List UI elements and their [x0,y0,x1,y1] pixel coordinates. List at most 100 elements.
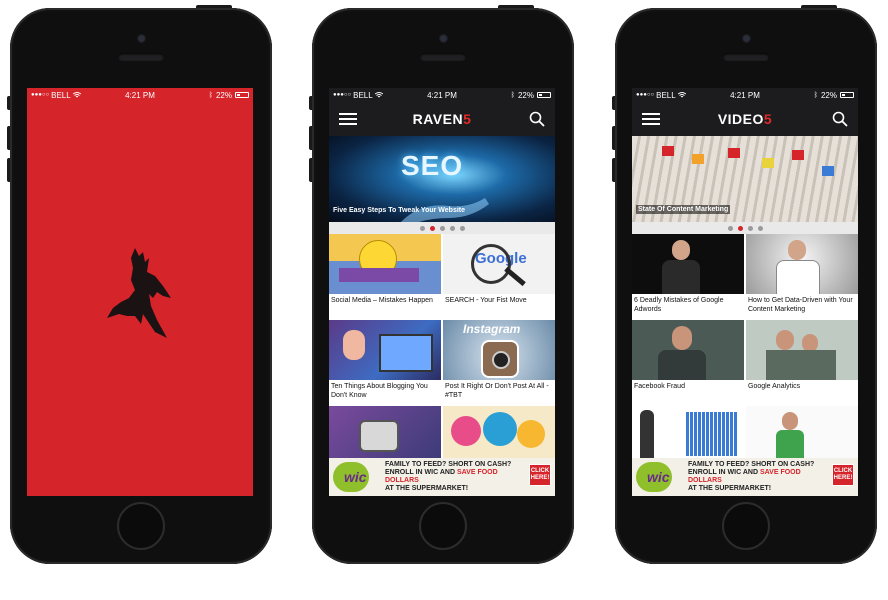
carousel-dot[interactable] [459,225,465,231]
video-grid: 6 Deadly Mistakes of Google Adwords How … [632,234,858,462]
article-tile[interactable]: Ten Things About Blogging You Don't Know [329,320,441,404]
carousel-dot[interactable] [727,225,733,231]
article-title: Ten Things About Blogging You Don't Know [331,383,428,399]
ad-line-3: AT THE SUPERMARKET! [385,485,469,492]
volume-button [309,126,312,150]
status-bar: ●●●○○ BELL 4:21 PM ᛒ 22% [329,88,555,102]
battery-icon [840,92,854,98]
carousel-dot[interactable] [439,225,445,231]
article-tile[interactable]: Google SEARCH - Your Fist Move [443,234,555,318]
article-grid: Social Media – Mistakes Happen Google SE… [329,234,555,462]
home-button[interactable] [419,502,467,550]
ad-brand: wic [647,469,670,485]
ad-line-3: AT THE SUPERMARKET! [688,485,772,492]
ad-click-button[interactable]: CLICK HERE! [529,464,551,486]
video-tile[interactable]: How to Get Data-Driven with Your Content… [746,234,858,318]
video-thumbnail [746,234,858,294]
article-thumbnail [329,234,441,294]
volume-button [309,158,312,182]
clock: 4:21 PM [730,90,760,100]
carousel-dot-active[interactable] [429,225,435,231]
ad-text: FAMILY TO FEED? SHORT ON CASH? ENROLL IN… [688,461,828,493]
app-title: RAVEN5 [329,111,555,127]
home-button[interactable] [117,502,165,550]
video-thumbnail [632,320,744,380]
battery-icon [235,92,249,98]
article-thumbnail [443,406,555,462]
camera [439,34,448,43]
article-thumbnail [329,320,441,380]
speaker [118,53,164,61]
camera [137,34,146,43]
carousel-dot-active[interactable] [737,225,743,231]
carousel-dot[interactable] [747,225,753,231]
article-thumbnail [329,406,441,462]
carousel-dot[interactable] [449,225,455,231]
power-button [498,5,534,8]
app-title: VIDEO5 [632,111,858,127]
video-thumbnail [632,234,744,294]
app-header: RAVEN5 [329,102,555,136]
app-header: VIDEO5 [632,102,858,136]
ad-line-2: ENROLL IN WIC AND SAVE FOOD DOLLARS [688,469,828,485]
power-button [801,5,837,8]
video-title: How to Get Data-Driven with Your Content… [748,297,853,313]
ad-line-2a: ENROLL IN WIC AND [385,469,457,476]
article-title: SEARCH - Your Fist Move [445,297,527,304]
search-icon[interactable] [529,111,545,127]
power-button [196,5,232,8]
ad-banner[interactable]: wic FAMILY TO FEED? SHORT ON CASH? ENROL… [329,458,555,496]
phone-raven5: ●●●○○ BELL 4:21 PM ᛒ 22% RAVEN5 SEO Five… [309,5,574,564]
video-tile[interactable]: 6 Deadly Mistakes of Google Adwords [632,234,744,318]
volume-button [309,96,312,110]
hand-graphic [401,198,489,222]
app-title-number: 5 [763,111,773,127]
article-tile[interactable]: Instagram Post It Right Or Don't Post At… [443,320,555,404]
article-thumbnail: Google [443,234,555,294]
splash-screen: ●●●○○ BELL 4:21 PM ᛒ 22% [27,88,253,496]
hero-caption: State Of Content Marketing [636,205,731,214]
ad-text: FAMILY TO FEED? SHORT ON CASH? ENROLL IN… [385,461,525,493]
carousel-dot[interactable] [757,225,763,231]
search-icon[interactable] [832,111,848,127]
hero-slide[interactable]: State Of Content Marketing [632,136,858,222]
thumbnail-text: Instagram [463,322,521,336]
article-tile[interactable] [443,406,555,462]
phone-splash: ●●●○○ BELL 4:21 PM ᛒ 22% [7,5,272,564]
ad-banner[interactable]: wic FAMILY TO FEED? SHORT ON CASH? ENROL… [632,458,858,496]
carousel-dots [632,222,858,234]
carousel-dot[interactable] [419,225,425,231]
speaker [723,53,769,61]
video-tile[interactable]: Google Analytics [746,320,858,404]
hero-caption: Five Easy Steps To Tweak Your Website [333,207,466,214]
video-thumbnail [632,406,744,462]
app-title-text: VIDEO [717,111,764,127]
video-title: Facebook Fraud [634,383,685,390]
article-tile[interactable]: Social Media – Mistakes Happen [329,234,441,318]
phone-video5: ●●●○○ BELL 4:21 PM ᛒ 22% VIDEO5 State Of… [612,5,877,564]
volume-button [612,126,615,150]
volume-button [7,126,10,150]
status-bar: ●●●○○ BELL 4:21 PM ᛒ 22% [27,88,253,102]
article-thumbnail: Instagram [443,320,555,380]
video5-screen: ●●●○○ BELL 4:21 PM ᛒ 22% VIDEO5 State Of… [632,88,858,496]
video-tile[interactable]: Facebook Fraud [632,320,744,404]
app-title-text: RAVEN [412,111,464,127]
ad-line-1: FAMILY TO FEED? SHORT ON CASH? [385,461,512,468]
video-title: Google Analytics [748,383,801,390]
video-tile[interactable] [632,406,744,462]
volume-button [7,96,10,110]
article-tile[interactable] [329,406,441,462]
video-tile[interactable] [746,406,858,462]
speaker [420,53,466,61]
ad-click-button[interactable]: CLICK HERE! [832,464,854,486]
ad-brand: wic [344,469,367,485]
home-button[interactable] [722,502,770,550]
hero-slide[interactable]: SEO Five Easy Steps To Tweak Your Websit… [329,136,555,222]
ad-line-2: ENROLL IN WIC AND SAVE FOOD DOLLARS [385,469,525,485]
video-thumbnail [746,320,858,380]
app-title-number: 5 [463,111,472,127]
camera [742,34,751,43]
hero-image-text: SEO [401,150,464,181]
article-title: Social Media – Mistakes Happen [331,297,433,304]
